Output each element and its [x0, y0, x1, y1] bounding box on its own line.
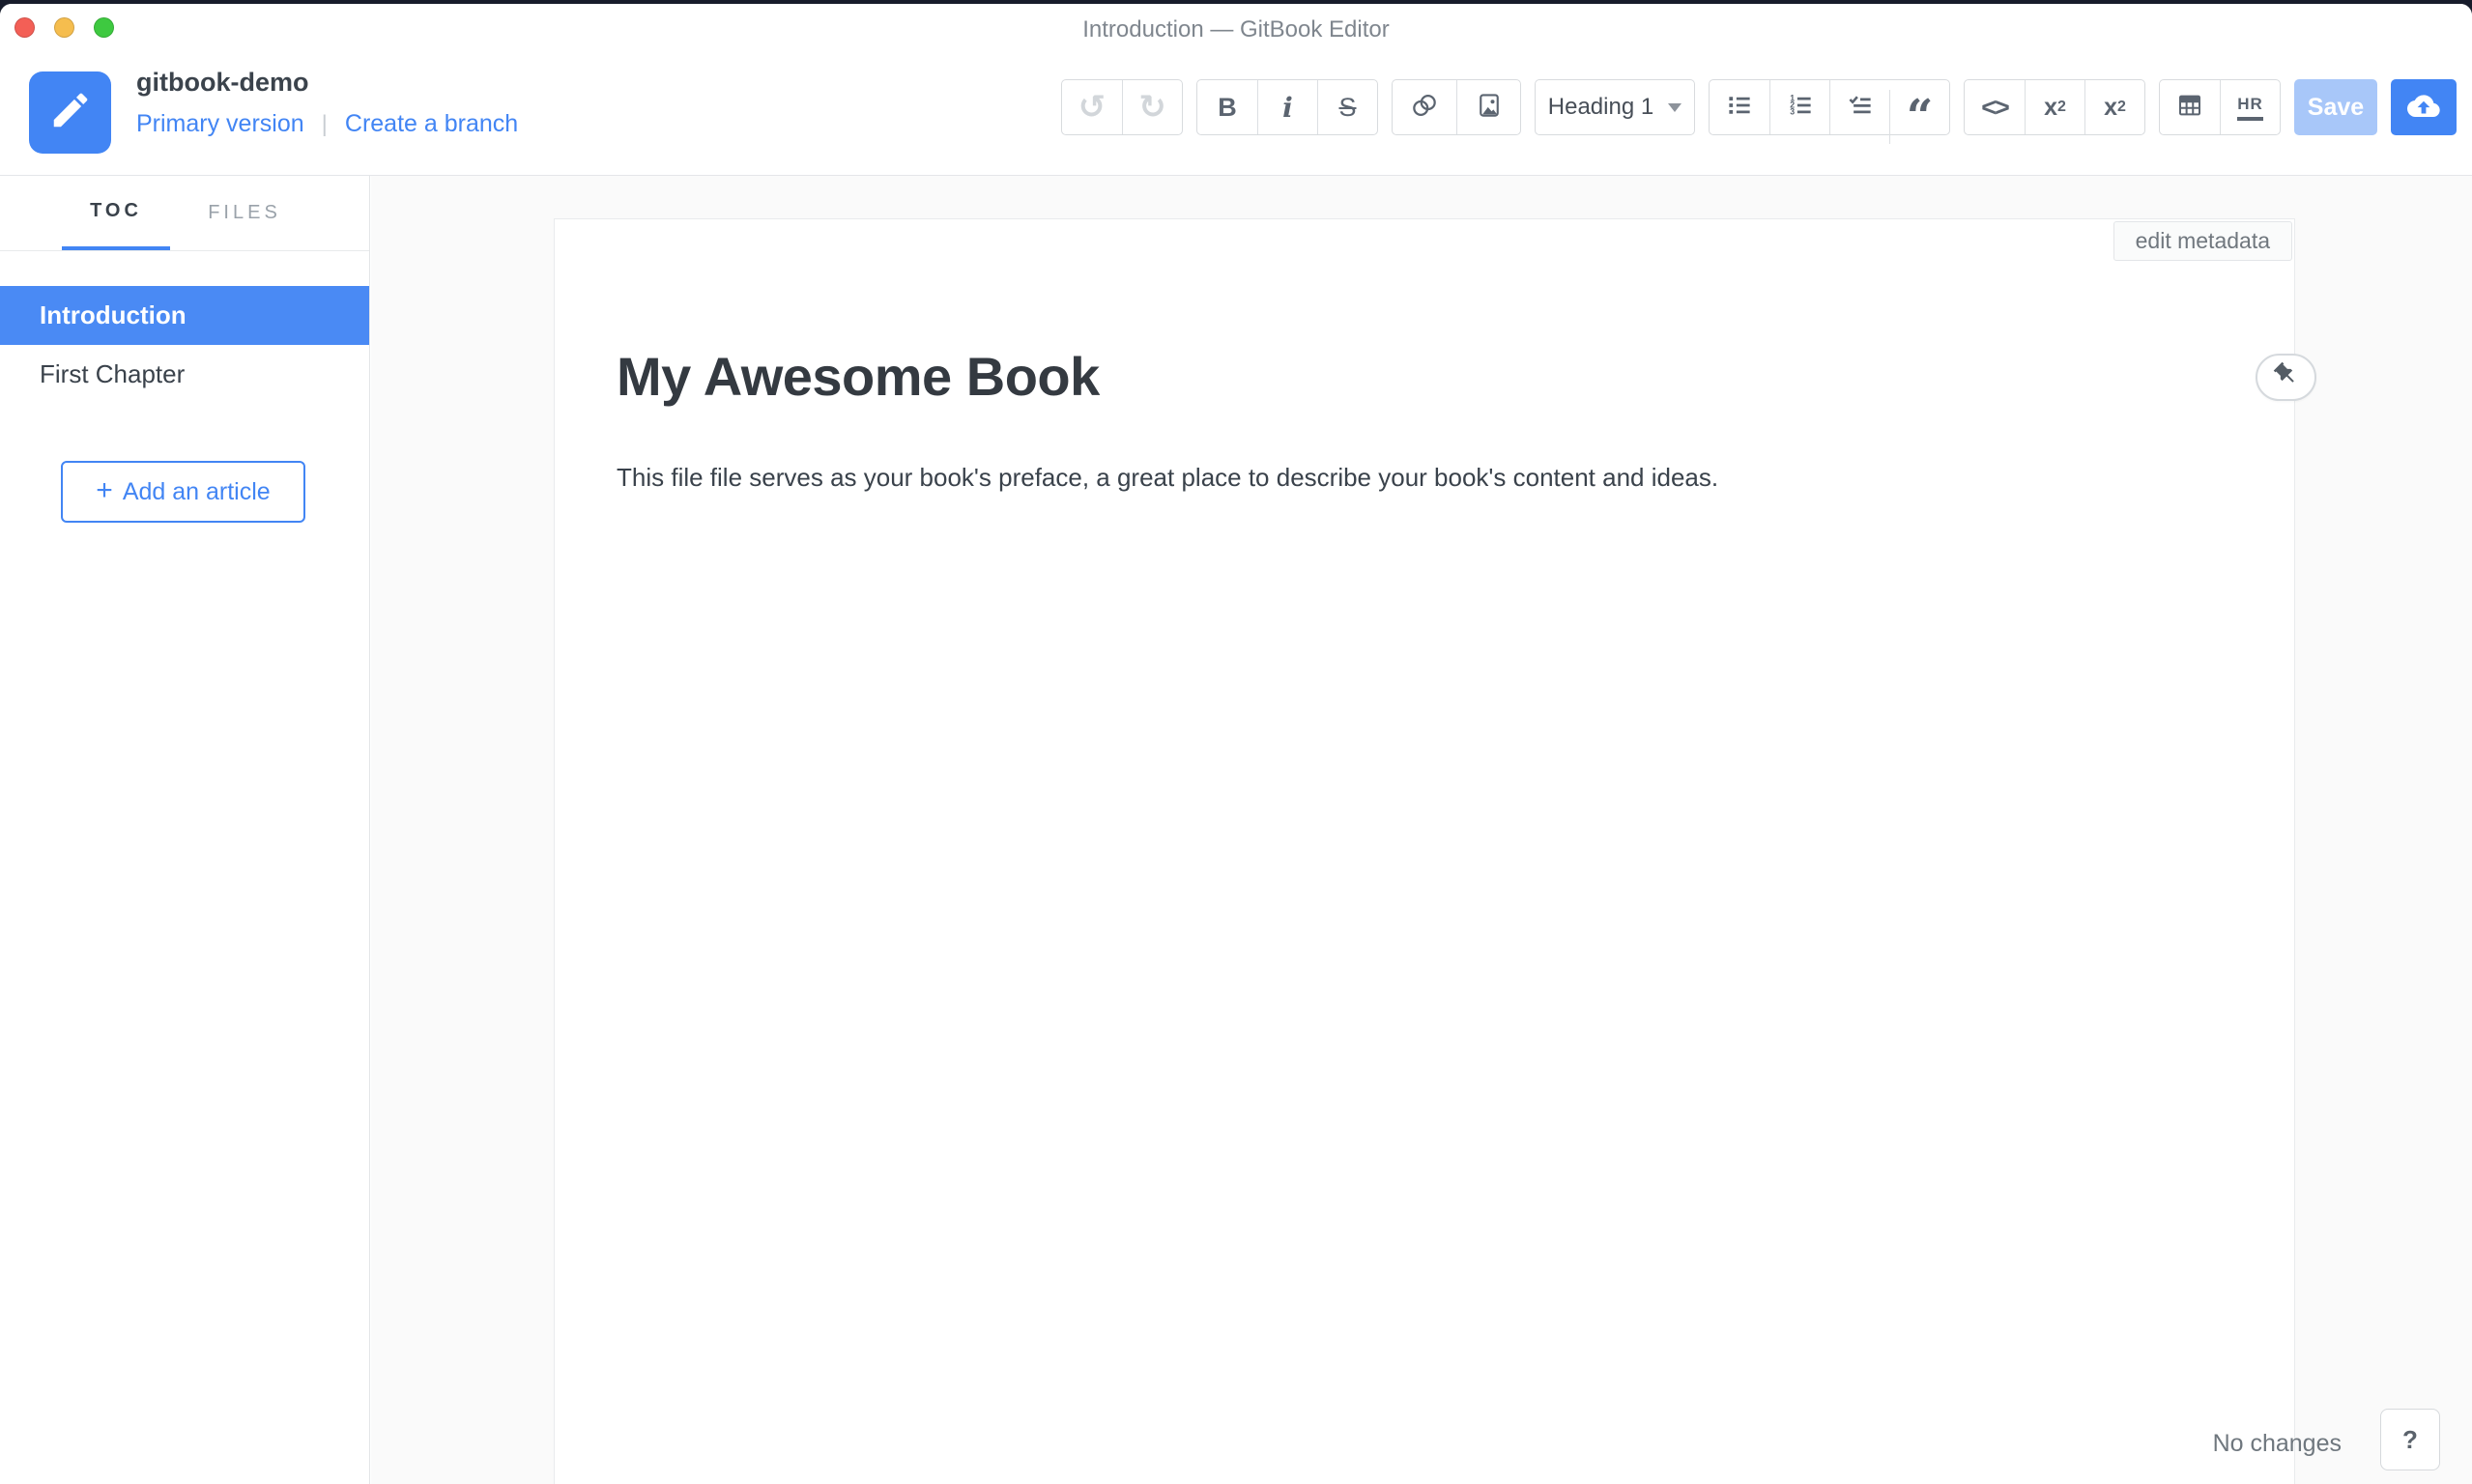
bullet-list-button[interactable]: [1710, 80, 1769, 134]
horizontal-rule-icon: HR: [2237, 95, 2263, 121]
horizontal-rule-button[interactable]: HR: [2220, 80, 2280, 134]
chevron-down-icon: [1668, 103, 1682, 112]
pencil-icon: [48, 88, 93, 137]
editor-area: edit metadata My Awesome Book This file …: [371, 176, 2472, 1484]
sidebar-tabs: TOC FILES: [0, 176, 369, 251]
bullet-list-icon: [1725, 91, 1754, 125]
block-group: HR: [2159, 79, 2281, 135]
sidebar: TOC FILES Introduction First Chapter + A…: [0, 176, 370, 1484]
undo-button[interactable]: ↺: [1062, 80, 1122, 134]
history-group: ↺ ↻: [1061, 79, 1183, 135]
table-button[interactable]: [2160, 80, 2220, 134]
heading-label: Heading 1: [1548, 94, 1653, 121]
add-article-button[interactable]: + Add an article: [61, 461, 305, 523]
document-title[interactable]: My Awesome Book: [617, 345, 1100, 408]
edit-metadata-label: edit metadata: [2136, 228, 2270, 254]
table-icon: [2175, 91, 2204, 125]
subscript-button[interactable]: x2: [2025, 80, 2084, 134]
link-button[interactable]: [1393, 80, 1456, 134]
sidebar-item-label: First Chapter: [40, 359, 185, 389]
status-text: No changes: [2213, 1430, 2342, 1458]
italic-label: i: [1282, 92, 1293, 124]
heading-dropdown[interactable]: Heading 1: [1536, 80, 1694, 134]
sidebar-item-label: Introduction: [40, 300, 187, 330]
code-button[interactable]: <>: [1965, 80, 2025, 134]
book-title: gitbook-demo: [136, 68, 308, 98]
tab-files-label: FILES: [208, 202, 281, 224]
pushpin-icon: [2272, 360, 2301, 394]
checklist-icon: [1846, 91, 1875, 125]
redo-icon: ↻: [1138, 88, 1166, 127]
italic-button[interactable]: i: [1257, 80, 1317, 134]
image-icon: [1475, 91, 1504, 125]
create-branch-link[interactable]: Create a branch: [345, 110, 518, 138]
numbered-list-button[interactable]: 123: [1769, 80, 1829, 134]
app-header: gitbook-demo Primary version | Create a …: [0, 52, 2472, 176]
link-divider: |: [322, 111, 328, 138]
link-icon: [1409, 90, 1440, 126]
cloud-upload-icon: [2407, 89, 2440, 127]
subscript-digit: 2: [2057, 99, 2066, 116]
app-window: Introduction — GitBook Editor gitbook-de…: [0, 4, 2472, 1484]
zoom-window-button[interactable]: [94, 17, 114, 38]
superscript-button[interactable]: x2: [2084, 80, 2144, 134]
subscript-base: x: [2044, 94, 2057, 122]
code-icon: <>: [1981, 93, 2008, 123]
svg-text:3: 3: [1790, 106, 1795, 116]
save-label: Save: [2308, 94, 2364, 122]
gitbook-logo-button[interactable]: [29, 71, 111, 154]
undo-icon: ↺: [1078, 88, 1107, 127]
checklist-button[interactable]: [1829, 80, 1889, 134]
tab-toc[interactable]: TOC: [62, 176, 170, 250]
sidebar-item-introduction[interactable]: Introduction: [0, 286, 369, 345]
strikethrough-label: S: [1338, 93, 1356, 123]
insert-group: [1392, 79, 1521, 135]
list-group: 123 “: [1709, 79, 1950, 135]
image-button[interactable]: [1456, 80, 1520, 134]
minimize-window-button[interactable]: [54, 17, 74, 38]
tab-files[interactable]: FILES: [198, 176, 291, 250]
add-article-label: Add an article: [123, 478, 271, 506]
bold-label: B: [1218, 93, 1237, 123]
heading-group: Heading 1: [1535, 79, 1695, 135]
publish-upload-button[interactable]: [2391, 79, 2457, 135]
titlebar: Introduction — GitBook Editor: [0, 4, 2472, 52]
numbered-list-icon: 123: [1786, 91, 1815, 125]
header-links: Primary version | Create a branch: [136, 110, 518, 138]
sidebar-item-first-chapter[interactable]: First Chapter: [0, 345, 369, 404]
edit-metadata-button[interactable]: edit metadata: [2113, 221, 2292, 261]
tab-toc-label: TOC: [90, 200, 142, 222]
bold-button[interactable]: B: [1197, 80, 1257, 134]
code-script-group: <> x2 x2: [1964, 79, 2145, 135]
pin-button[interactable]: [2256, 354, 2316, 401]
redo-button[interactable]: ↻: [1122, 80, 1182, 134]
blockquote-button[interactable]: “: [1889, 90, 1949, 144]
save-button[interactable]: Save: [2294, 79, 2377, 135]
help-label: ?: [2402, 1425, 2418, 1455]
text-style-group: B i S: [1196, 79, 1378, 135]
editor-toolbar: ↺ ↻ B i S: [1061, 79, 2457, 135]
document-body[interactable]: This file file serves as your book's pre…: [617, 463, 2201, 493]
help-button[interactable]: ?: [2380, 1409, 2440, 1470]
primary-version-link[interactable]: Primary version: [136, 110, 304, 138]
superscript-base: x: [2104, 94, 2117, 122]
document-card[interactable]: edit metadata My Awesome Book This file …: [554, 218, 2295, 1484]
window-title: Introduction — GitBook Editor: [0, 4, 2472, 52]
close-window-button[interactable]: [14, 17, 35, 38]
strikethrough-button[interactable]: S: [1317, 80, 1377, 134]
superscript-digit: 2: [2117, 99, 2126, 116]
